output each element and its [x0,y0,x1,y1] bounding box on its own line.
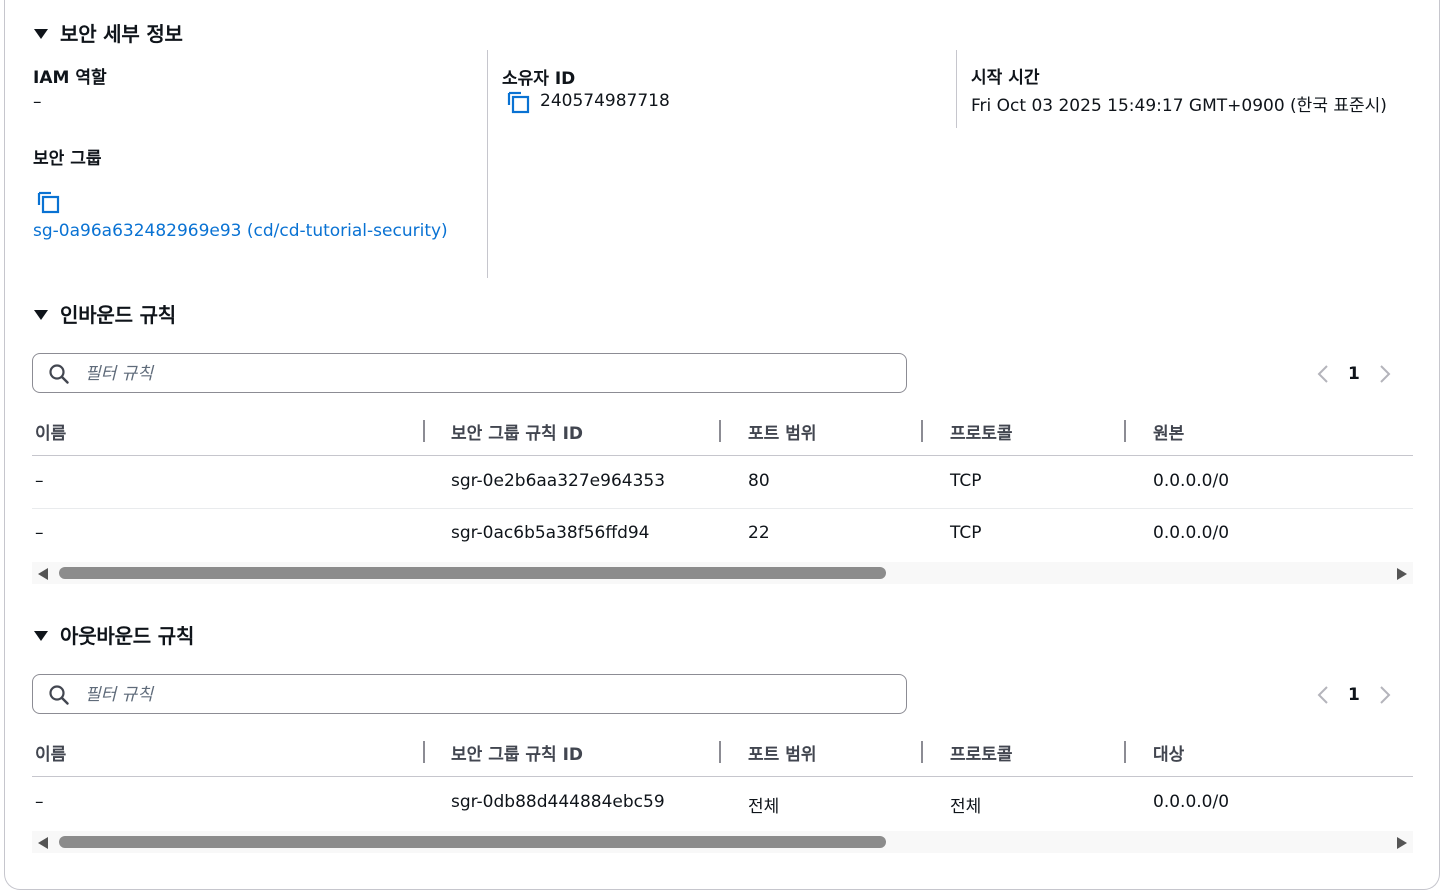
row-divider [32,508,1413,509]
outbound-filter-field[interactable] [32,674,907,714]
column-header-protocol[interactable]: 프로토콜 [950,740,1013,765]
column-resizer[interactable] [1124,741,1126,763]
iam-role-label: IAM 역할 [33,68,107,88]
chevron-right-icon[interactable] [1378,363,1392,385]
launch-time-label: 시작 시간 [971,68,1040,88]
column-resizer[interactable] [719,420,721,442]
inbound-filter-input[interactable] [83,360,887,388]
caret-down-icon [34,309,48,320]
cell-name: – [35,471,44,491]
scroll-right-arrow-icon[interactable] [1397,837,1407,849]
cell-protocol: 전체 [950,797,982,817]
inbound-rules-header[interactable]: 인바운드 규칙 [34,299,176,328]
column-header-name[interactable]: 이름 [35,419,66,444]
table-header-divider [32,776,1413,777]
column-resizer[interactable] [423,741,425,763]
launch-time-value: Fri Oct 03 2025 15:49:17 GMT+0900 (한국 표준… [971,96,1387,116]
scroll-left-arrow-icon[interactable] [38,568,48,580]
column-header-port-range[interactable]: 포트 범위 [748,740,816,765]
column-header-source[interactable]: 원본 [1153,419,1184,444]
cell-destination: 0.0.0.0/0 [1153,792,1230,812]
cell-source: 0.0.0.0/0 [1153,523,1230,543]
cell-rule-id: sgr-0e2b6aa327e964353 [451,471,666,491]
column-header-port-range[interactable]: 포트 범위 [748,419,816,444]
column-resizer[interactable] [423,420,425,442]
scrollbar-thumb[interactable] [59,567,886,579]
security-details-title: 보안 세부 정보 [60,22,183,46]
cell-protocol: TCP [950,471,982,491]
caret-down-icon [34,630,48,641]
cell-rule-id: sgr-0ac6b5a38f56ffd94 [451,523,650,543]
search-icon [49,685,69,705]
caret-down-icon [34,28,48,39]
cell-protocol: TCP [950,523,982,543]
table-header-divider [32,455,1413,456]
column-resizer[interactable] [719,741,721,763]
column-header-rule-id[interactable]: 보안 그룹 규칙 ID [451,740,583,765]
outbound-page-number[interactable]: 1 [1348,685,1360,705]
cell-source: 0.0.0.0/0 [1153,471,1230,491]
outbound-pagination: 1 [1316,684,1392,706]
column-divider [956,50,957,128]
security-groups-label: 보안 그룹 [33,149,102,169]
scroll-right-arrow-icon[interactable] [1397,568,1407,580]
cell-name: – [35,792,44,812]
outbound-filter-input[interactable] [83,681,887,709]
inbound-filter-field[interactable] [32,353,907,393]
column-header-destination[interactable]: 대상 [1153,740,1184,765]
iam-role-value: – [33,92,42,112]
cell-port-range: 22 [748,523,770,543]
inbound-pagination: 1 [1316,363,1392,385]
column-resizer[interactable] [921,420,923,442]
cell-port-range: 전체 [748,797,780,817]
scroll-left-arrow-icon[interactable] [38,837,48,849]
copy-icon[interactable] [506,91,530,115]
column-divider [487,50,488,278]
column-header-protocol[interactable]: 프로토콜 [950,419,1013,444]
cell-port-range: 80 [748,471,770,491]
column-resizer[interactable] [921,741,923,763]
column-resizer[interactable] [1124,420,1126,442]
inbound-rules-title: 인바운드 규칙 [60,303,176,327]
column-header-rule-id[interactable]: 보안 그룹 규칙 ID [451,419,583,444]
search-icon [49,364,69,384]
scrollbar-thumb[interactable] [59,836,886,848]
inbound-page-number[interactable]: 1 [1348,364,1360,384]
cell-rule-id: sgr-0db88d444884ebc59 [451,792,665,812]
copy-icon[interactable] [36,191,60,215]
owner-id-value: 240574987718 [540,91,670,111]
outbound-rules-header[interactable]: 아웃바운드 규칙 [34,620,194,649]
column-header-name[interactable]: 이름 [35,740,66,765]
chevron-left-icon[interactable] [1316,684,1330,706]
cell-name: – [35,523,44,543]
owner-id-label: 소유자 ID [502,69,576,89]
chevron-left-icon[interactable] [1316,363,1330,385]
outbound-rules-title: 아웃바운드 규칙 [60,624,195,648]
chevron-right-icon[interactable] [1378,684,1392,706]
security-details-header[interactable]: 보안 세부 정보 [34,18,183,47]
security-group-link[interactable]: sg-0a96a632482969e93 (cd/cd-tutorial-sec… [33,221,448,241]
security-details-panel [4,0,1440,890]
